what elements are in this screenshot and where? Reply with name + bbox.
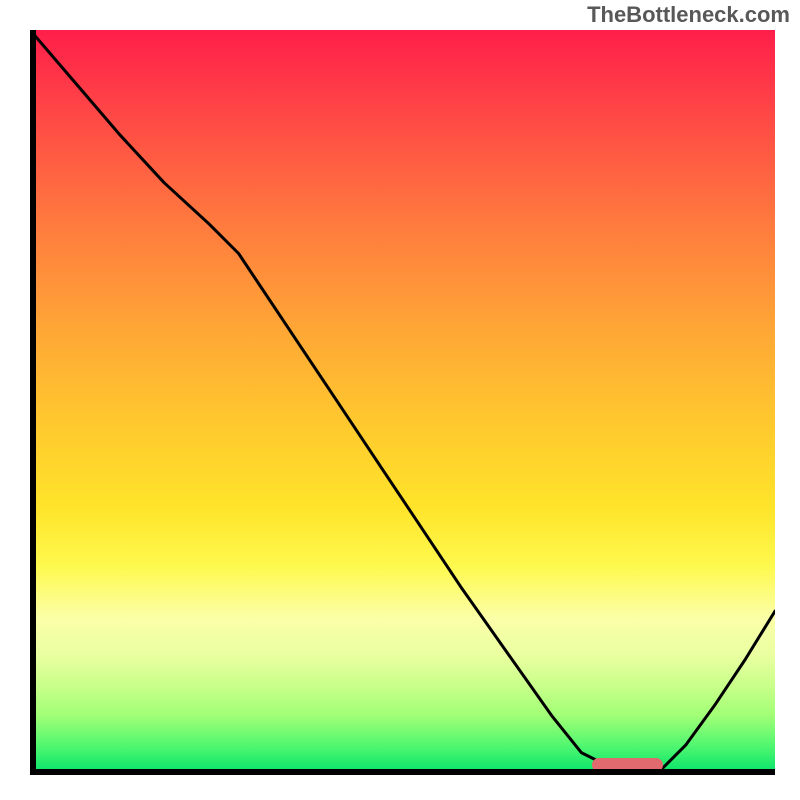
optimal-marker [592,758,663,772]
gradient-background [30,30,775,775]
chart-container: TheBottleneck.com [0,0,800,800]
plot-area [30,30,775,775]
attribution-text: TheBottleneck.com [587,2,790,28]
